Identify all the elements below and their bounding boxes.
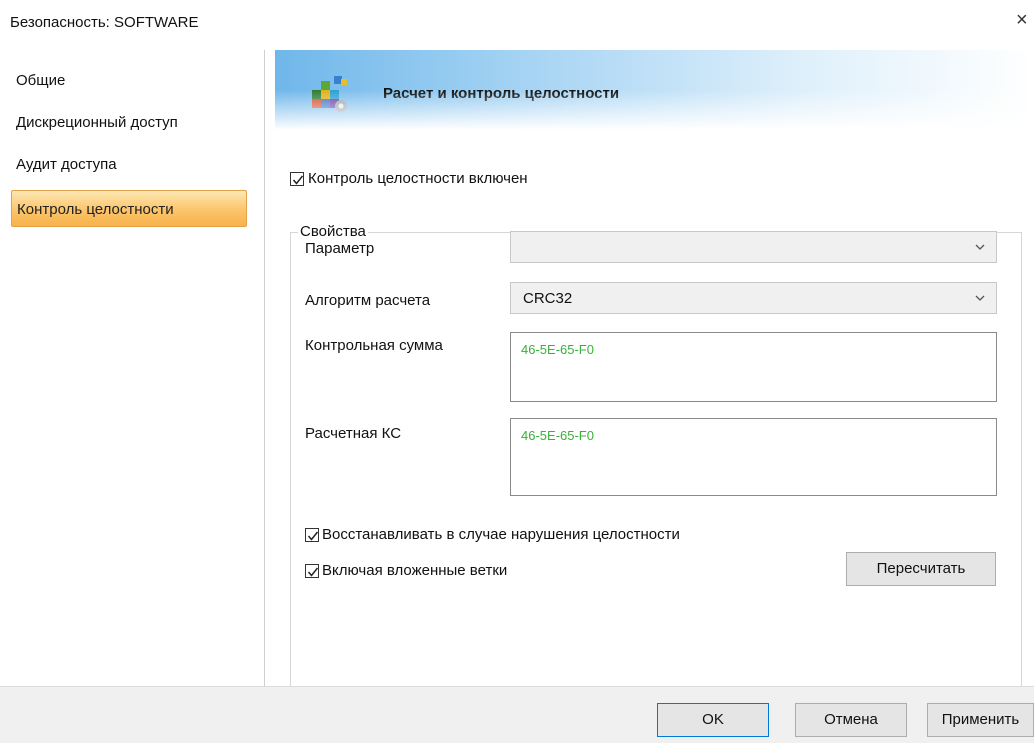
close-button[interactable]: × bbox=[1016, 10, 1028, 30]
chevron-down-icon bbox=[975, 295, 985, 301]
dialog-footer: OK Отмена Применить bbox=[0, 686, 1034, 743]
calculated-checksum-field[interactable]: 46-5E-65-F0 bbox=[510, 418, 997, 496]
sidebar: Общие Дискреционный доступ Аудит доступа… bbox=[0, 50, 265, 686]
recalculate-button[interactable]: Пересчитать bbox=[846, 552, 996, 586]
restore-checkbox[interactable] bbox=[305, 528, 319, 542]
include-nested-label: Включая вложенные ветки bbox=[322, 562, 508, 579]
cancel-button[interactable]: Отмена bbox=[795, 703, 907, 737]
sidebar-item-discretionary-access[interactable]: Дискреционный доступ bbox=[16, 114, 178, 131]
checksum-label: Контрольная сумма bbox=[305, 337, 443, 354]
calculated-checksum-label: Расчетная КС bbox=[305, 425, 402, 442]
calculated-checksum-value: 46-5E-65-F0 bbox=[521, 428, 594, 443]
integrity-blocks-icon bbox=[312, 76, 347, 112]
properties-legend: Свойства bbox=[298, 223, 368, 240]
checksum-field[interactable]: 46-5E-65-F0 bbox=[510, 332, 997, 402]
chevron-down-icon bbox=[975, 244, 985, 250]
section-title: Расчет и контроль целостности bbox=[383, 85, 620, 102]
header-banner: Расчет и контроль целостности bbox=[275, 50, 1034, 130]
apply-button[interactable]: Применить bbox=[927, 703, 1034, 737]
sidebar-item-access-audit[interactable]: Аудит доступа bbox=[16, 156, 117, 173]
integrity-enabled-checkbox[interactable] bbox=[290, 172, 304, 186]
parameter-select[interactable] bbox=[510, 231, 997, 263]
ok-button[interactable]: OK bbox=[657, 703, 769, 737]
restore-label: Восстанавливать в случае нарушения целос… bbox=[322, 526, 680, 543]
checksum-value: 46-5E-65-F0 bbox=[521, 342, 594, 357]
content-panel: Расчет и контроль целостности Контроль ц… bbox=[265, 50, 1034, 728]
algorithm-select[interactable]: CRC32 bbox=[510, 282, 997, 314]
sidebar-item-general[interactable]: Общие bbox=[16, 72, 65, 89]
window-title: Безопасность: SOFTWARE bbox=[10, 14, 199, 31]
integrity-enabled-label: Контроль целостности включен bbox=[308, 170, 528, 187]
algorithm-value: CRC32 bbox=[523, 290, 573, 307]
algorithm-label: Алгоритм расчета bbox=[305, 292, 431, 309]
parameter-label: Параметр bbox=[305, 240, 375, 257]
sidebar-item-integrity-control[interactable]: Контроль целостности bbox=[11, 190, 247, 227]
include-nested-checkbox[interactable] bbox=[305, 564, 319, 578]
sidebar-item-label: Контроль целостности bbox=[17, 201, 174, 218]
